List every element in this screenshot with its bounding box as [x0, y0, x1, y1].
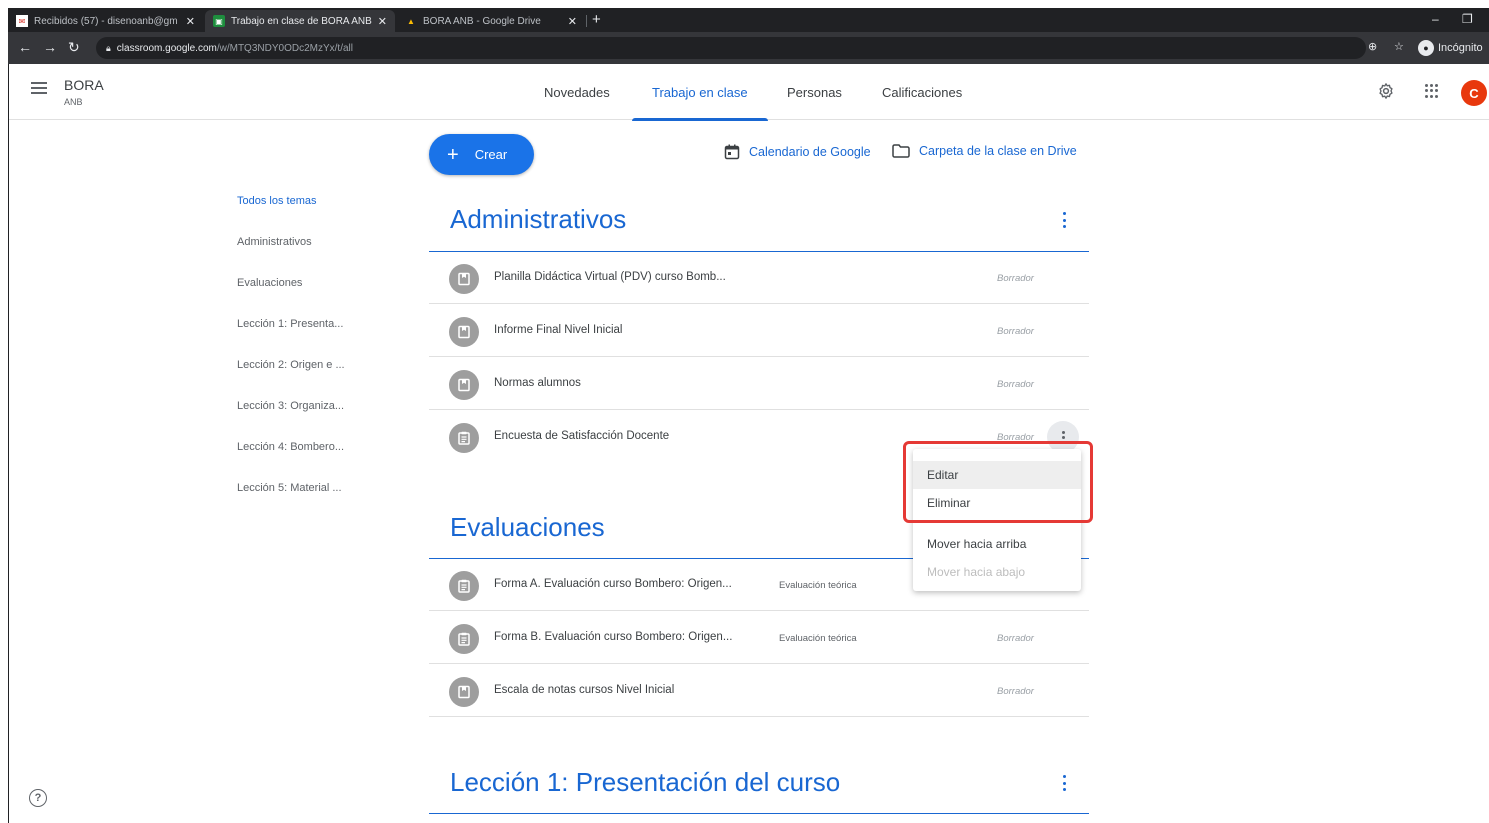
topic-todos-los-temas[interactable]: Todos los temas	[237, 195, 316, 207]
avatar[interactable]: C	[1461, 80, 1487, 106]
tab-separator	[586, 15, 587, 27]
topic-leccion-2[interactable]: Lección 2: Origen e ...	[237, 359, 345, 371]
menu-icon[interactable]	[31, 82, 47, 94]
item-title: Escala de notas cursos Nivel Inicial	[494, 684, 675, 696]
list-item[interactable]: Normas alumnos Borrador	[429, 358, 1089, 410]
menu-item-editar[interactable]: Editar	[913, 461, 1081, 489]
topic-leccion-4[interactable]: Lección 4: Bombero...	[237, 441, 344, 453]
calendar-label: Calendario de Google	[749, 145, 871, 159]
topic-leccion-1[interactable]: Lección 1: Presenta...	[237, 318, 343, 330]
material-icon	[449, 317, 479, 347]
list-item[interactable]: Planilla Didáctica Virtual (PDV) curso B…	[429, 252, 1089, 304]
section-title-administrativos[interactable]: Administrativos	[450, 204, 626, 235]
section-divider	[429, 813, 1089, 814]
status-badge: Borrador	[997, 633, 1034, 644]
assignment-icon	[449, 571, 479, 601]
menu-item-mover-arriba[interactable]: Mover hacia arriba	[913, 530, 1081, 558]
star-icon[interactable]: ☆	[1394, 40, 1404, 53]
forward-button[interactable]: →	[43, 39, 57, 55]
topic-administrativos[interactable]: Administrativos	[237, 236, 312, 248]
status-badge: Borrador	[997, 273, 1034, 284]
url-host: classroom.google.com	[116, 42, 217, 54]
menu-item-mover-abajo: Mover hacia abajo	[927, 565, 1026, 579]
google-calendar-link[interactable]: Calendario de Google	[724, 144, 871, 160]
topic-leccion-3[interactable]: Lección 3: Organiza...	[237, 400, 344, 412]
topic-leccion-5[interactable]: Lección 5: Material ...	[237, 482, 342, 494]
tab-title: BORA ANB - Google Drive	[423, 15, 541, 27]
assignment-icon	[449, 624, 479, 654]
create-button[interactable]: + Crear	[429, 134, 534, 175]
incognito-label: Incógnito	[1438, 42, 1483, 54]
new-tab-button[interactable]: +	[592, 11, 601, 28]
item-title: Forma A. Evaluación curso Bombero: Orige…	[494, 578, 732, 590]
create-label: Crear	[474, 147, 508, 162]
tab-title: Trabajo en clase de BORA ANB	[231, 15, 372, 27]
drive-label: Carpeta de la clase en Drive	[919, 144, 1077, 158]
menu-item-eliminar[interactable]: Eliminar	[913, 489, 1081, 517]
status-badge: Borrador	[997, 326, 1034, 337]
status-badge: Borrador	[997, 686, 1034, 697]
status-badge: Borrador	[997, 432, 1034, 443]
drive-icon: ▲	[407, 16, 415, 26]
tab-trabajo-en-clase[interactable]: Trabajo en clase	[632, 64, 768, 121]
browser-tab-classroom[interactable]: ▣ Trabajo en clase de BORA ANB ✕	[205, 10, 395, 32]
browser-tabstrip: ✉ Recibidos (57) - disenoanb@gm ✕ ▣ Trab…	[8, 8, 1489, 32]
section-title-evaluaciones[interactable]: Evaluaciones	[450, 512, 605, 543]
close-icon[interactable]: ✕	[568, 15, 577, 28]
tab-title: Recibidos (57) - disenoanb@gm	[34, 15, 178, 27]
close-icon[interactable]: ✕	[378, 15, 387, 28]
restore-button[interactable]: ❐	[1462, 12, 1473, 26]
browser-tab-drive[interactable]: ▲ BORA ANB - Google Drive ✕	[397, 10, 585, 32]
context-menu: Editar Eliminar Mover hacia arriba Mover…	[913, 449, 1081, 591]
classroom-icon: ▣	[213, 15, 225, 27]
tab-calificaciones[interactable]: Calificaciones	[882, 64, 962, 120]
drive-folder-link[interactable]: Carpeta de la clase en Drive	[892, 144, 1077, 158]
section-title-leccion-1[interactable]: Lección 1: Presentación del curso	[450, 767, 840, 798]
item-topic: Evaluación teórica	[779, 580, 857, 591]
topic-evaluaciones[interactable]: Evaluaciones	[237, 277, 302, 289]
list-item[interactable]: Forma B. Evaluación curso Bombero: Orige…	[429, 612, 1089, 664]
minimize-button[interactable]: –	[1432, 12, 1439, 26]
material-icon	[449, 370, 479, 400]
incognito-indicator[interactable]: ● Incógnito	[1418, 40, 1483, 56]
assignment-icon	[449, 423, 479, 453]
reload-button[interactable]: ↻	[68, 39, 80, 56]
classroom-page: BORA ANB Novedades Trabajo en clase Pers…	[8, 64, 1489, 823]
lock-icon: 🔒︎	[106, 42, 111, 53]
calendar-icon	[724, 144, 740, 160]
zoom-icon[interactable]: ⊕	[1368, 40, 1377, 53]
tab-novedades[interactable]: Novedades	[544, 64, 610, 120]
app-header: BORA ANB Novedades Trabajo en clase Pers…	[9, 64, 1489, 121]
item-title: Encuesta de Satisfacción Docente	[494, 430, 670, 442]
more-vert-icon[interactable]	[1059, 775, 1069, 791]
item-topic: Evaluación teórica	[779, 633, 857, 644]
tab-personas[interactable]: Personas	[787, 64, 842, 120]
back-button[interactable]: ←	[18, 39, 32, 55]
browser-tab-gmail[interactable]: ✉ Recibidos (57) - disenoanb@gm ✕	[8, 10, 203, 32]
folder-icon	[892, 144, 910, 158]
browser-toolbar: ← → ↻ 🔒︎ classroom.google.com/w/MTQ3NDY0…	[8, 32, 1489, 64]
item-title: Forma B. Evaluación curso Bombero: Orige…	[494, 631, 733, 643]
material-icon	[449, 264, 479, 294]
help-icon[interactable]: ?	[29, 789, 47, 807]
list-item[interactable]: Escala de notas cursos Nivel Inicial Bor…	[429, 665, 1089, 717]
class-name[interactable]: BORA	[64, 77, 104, 93]
address-bar[interactable]: 🔒︎ classroom.google.com/w/MTQ3NDY0ODc2Mz…	[96, 37, 1366, 59]
class-section: ANB	[64, 97, 83, 107]
gear-icon[interactable]	[1377, 82, 1395, 100]
close-icon[interactable]: ✕	[186, 15, 195, 28]
more-vert-icon[interactable]	[1059, 212, 1069, 228]
url-path: /w/MTQ3NDY0ODc2MzYx/t/all	[216, 42, 353, 54]
list-item[interactable]: Informe Final Nivel Inicial Borrador	[429, 305, 1089, 357]
material-icon	[449, 677, 479, 707]
gmail-icon: ✉	[16, 15, 28, 27]
item-title: Informe Final Nivel Inicial	[494, 324, 623, 336]
incognito-icon: ●	[1418, 40, 1434, 56]
plus-icon: +	[447, 143, 459, 166]
item-title: Normas alumnos	[494, 377, 581, 389]
apps-grid-icon[interactable]	[1425, 84, 1439, 98]
item-title: Planilla Didáctica Virtual (PDV) curso B…	[494, 271, 726, 283]
status-badge: Borrador	[997, 379, 1034, 390]
